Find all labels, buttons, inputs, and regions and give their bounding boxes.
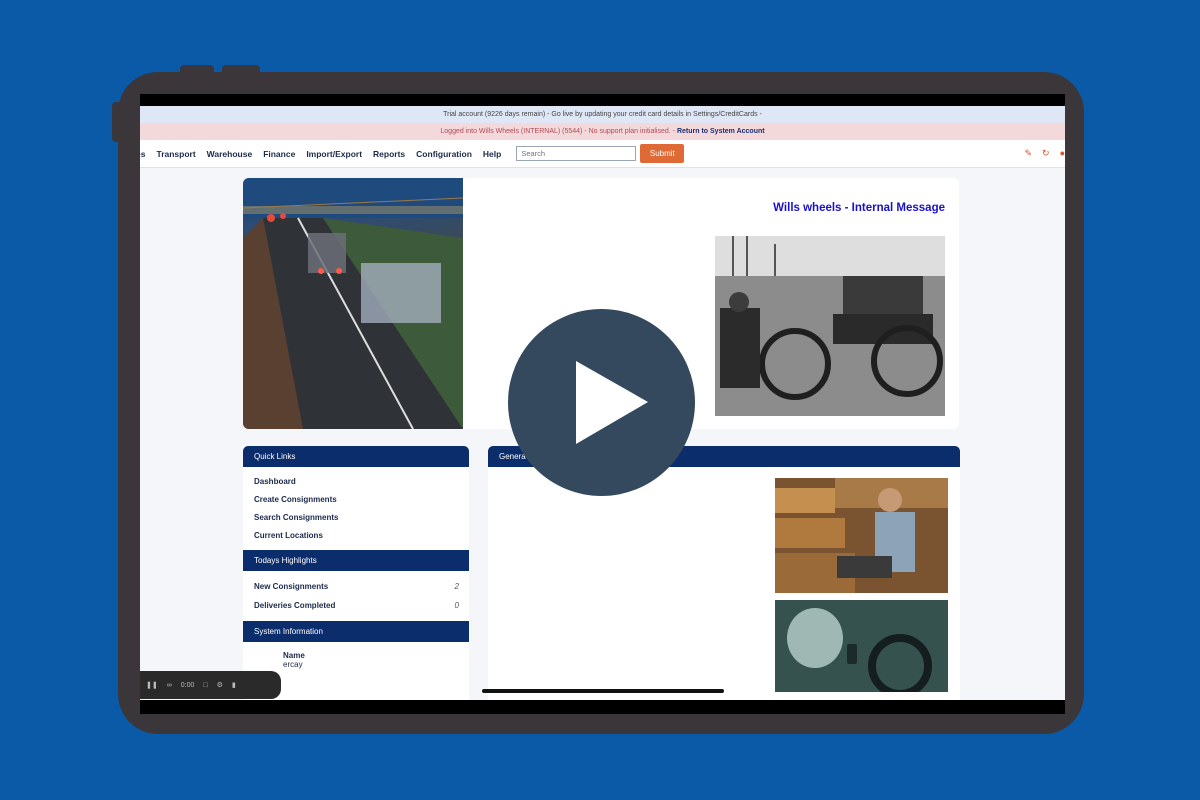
play-button[interactable]: [508, 309, 695, 496]
trial-banner: Trial account (9226 days remain) - Go li…: [140, 106, 1065, 123]
nav-item-transport[interactable]: Transport: [156, 149, 195, 159]
vintage-car-photo: [715, 236, 945, 416]
nav-item-sales[interactable]: es: [140, 149, 145, 159]
refresh-icon[interactable]: ↻: [1042, 148, 1050, 159]
nav-icons: ✎ ↻ ●: [1024, 148, 1065, 159]
pause-icon[interactable]: ❚❚: [146, 681, 158, 689]
quick-link-search-consignments[interactable]: Search Consignments: [254, 509, 469, 527]
quick-link-current-locations[interactable]: Current Locations: [254, 527, 469, 545]
play-icon: [576, 361, 648, 444]
system-info-body: Name ercay: [243, 642, 469, 669]
chat-icon[interactable]: ✎: [1024, 148, 1032, 159]
quick-link-dashboard[interactable]: Dashboard: [254, 473, 469, 491]
highlight-count: 0: [454, 601, 459, 610]
highlights-header: Todays Highlights: [243, 550, 469, 571]
system-info-header: System Information: [243, 621, 469, 642]
highlights-list: New Consignments 2 Deliveries Completed …: [243, 571, 469, 615]
side-panel: Quick Links Dashboard Create Consignment…: [243, 446, 469, 700]
highlight-label: Deliveries Completed: [254, 601, 336, 610]
caption-icon[interactable]: □: [203, 682, 207, 689]
home-indicator: [482, 689, 724, 693]
login-status: Logged into Wills Wheels (INTERNAL) (554…: [440, 128, 675, 135]
video-controls: ❚❚ ∞ 0:00 □ ⚙ ▮: [140, 671, 281, 699]
nav-item-reports[interactable]: Reports: [373, 149, 405, 159]
highlight-row[interactable]: Deliveries Completed 0: [243, 596, 469, 615]
submit-button[interactable]: Submit: [640, 144, 685, 163]
settings-icon[interactable]: ⚙: [217, 681, 223, 689]
main-nav: es Transport Warehouse Finance Import/Ex…: [140, 140, 1065, 168]
return-to-system-link[interactable]: Return to System Account: [677, 128, 765, 135]
nav-item-import-export[interactable]: Import/Export: [306, 149, 362, 159]
highlight-label: New Consignments: [254, 582, 329, 591]
highlight-row[interactable]: New Consignments 2: [243, 577, 469, 596]
login-banner: Logged into Wills Wheels (INTERNAL) (554…: [140, 123, 1065, 140]
nav-item-configuration[interactable]: Configuration: [416, 149, 472, 159]
quick-links-list: Dashboard Create Consignments Search Con…: [243, 467, 469, 545]
quick-link-create-consignments[interactable]: Create Consignments: [254, 491, 469, 509]
highlight-count: 2: [454, 582, 459, 591]
system-name-label: Name: [283, 651, 305, 660]
nav-item-help[interactable]: Help: [483, 149, 501, 159]
warehouse-worker-photo: [775, 478, 948, 593]
trash-icon[interactable]: ▮: [232, 681, 236, 689]
driver-phone-photo: [775, 600, 948, 692]
nav-item-warehouse[interactable]: Warehouse: [207, 149, 253, 159]
highway-traffic-photo: [243, 178, 463, 429]
system-name-value: ercay: [283, 660, 303, 669]
search-input[interactable]: [516, 146, 637, 161]
video-time: 0:00: [180, 681, 195, 689]
quick-links-header: Quick Links: [243, 446, 469, 467]
loop-icon[interactable]: ∞: [167, 682, 172, 689]
internal-message-title: Wills wheels - Internal Message: [773, 202, 945, 214]
user-icon[interactable]: ●: [1060, 148, 1065, 159]
nav-item-finance[interactable]: Finance: [263, 149, 295, 159]
